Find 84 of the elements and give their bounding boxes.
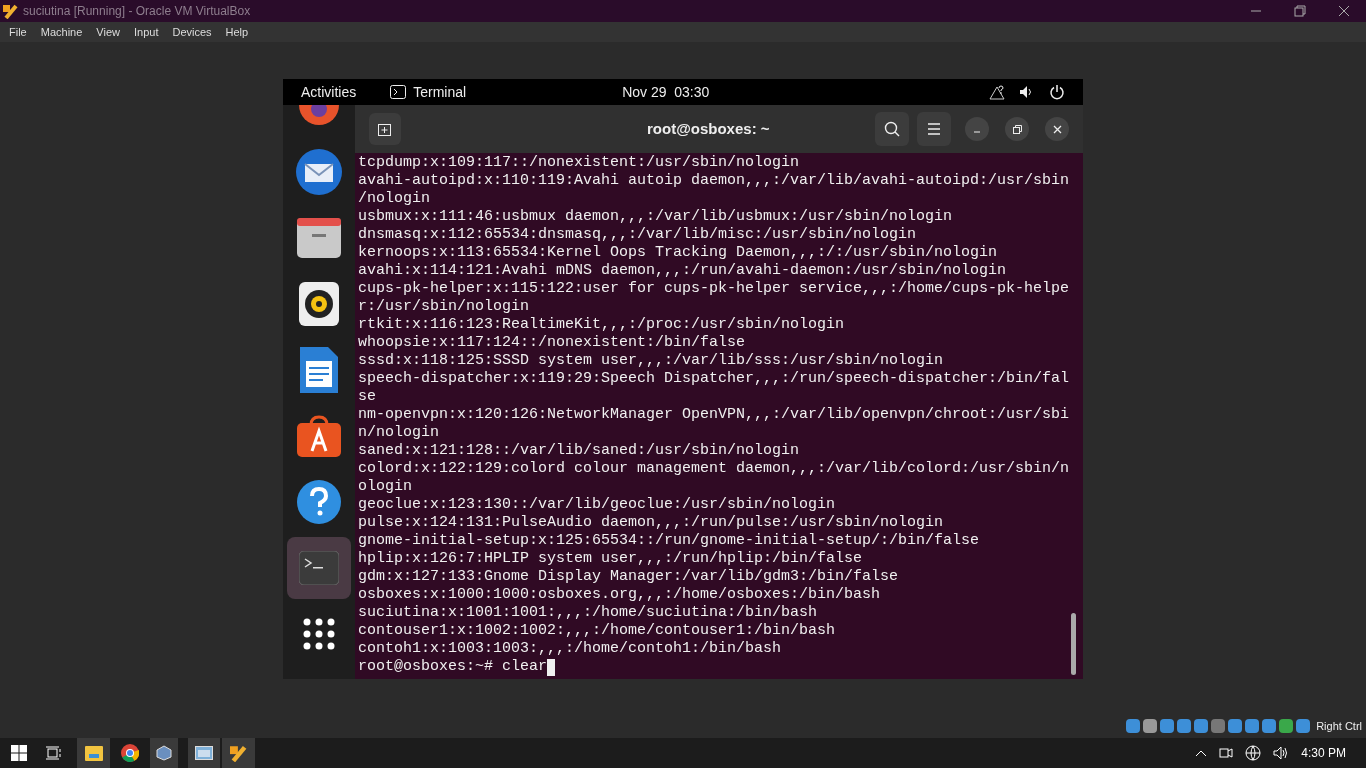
power-icon[interactable] <box>1049 84 1065 100</box>
menu-item[interactable]: View <box>89 23 127 41</box>
terminal-line: usbmux:x:111:46:usbmux daemon,,,:/var/lib/usbmux:/usr/sbin/nologin <box>358 208 953 226</box>
menu-icon <box>927 123 941 135</box>
typed-command: clear <box>502 658 548 676</box>
search-icon <box>884 121 900 137</box>
close-icon <box>1052 124 1062 134</box>
menu-item[interactable]: Devices <box>165 23 219 41</box>
terminal-line: pulse:x:124:131:PulseAudio daemon,,,:/run/pulse:/usr/sbin/nologin <box>358 514 944 532</box>
restore-icon[interactable] <box>1294 5 1306 17</box>
terminal-line: n/nologin <box>358 424 439 442</box>
activities-button[interactable]: Activities <box>301 81 357 103</box>
minimize-button[interactable] <box>965 117 989 141</box>
taskbar-clock[interactable]: 4:30 PM <box>1301 744 1346 762</box>
menu-item[interactable]: Input <box>126 23 166 41</box>
new-tab-icon <box>378 122 392 136</box>
terminal-line: contouser1:x:1002:1002:,,,:/home/contouser1:/bin/bash <box>358 622 836 640</box>
terminal-line: dnsmasq:x:112:65534:dnsmasq,,,:/var/lib/misc:/usr/sbin/nologin <box>358 226 917 244</box>
terminal-line: ologin <box>358 478 412 496</box>
maximize-button[interactable] <box>1005 117 1029 141</box>
terminal-line: tcpdump:x:109:117::/nonexistent:/usr/sbin/nologin <box>358 154 800 172</box>
terminal-line: colord:x:122:129:colord colour management daemon,,,:/var/lib/colord:/usr/sbin/n <box>358 460 1070 478</box>
terminal-line: nm-openvpn:x:120:126:NetworkManager OpenVPN,,,:/var/lib/openvpn/chroot:/usr/sbi <box>358 406 1070 424</box>
folder-icon <box>84 745 103 761</box>
close-icon[interactable] <box>1338 5 1350 17</box>
app-grid-icon <box>303 618 335 650</box>
start-icon[interactable] <box>11 745 27 761</box>
terminal-line: se <box>358 388 376 406</box>
app-icon <box>3 3 19 19</box>
speaker-icon <box>299 282 339 326</box>
shopping-bag-icon <box>297 415 341 457</box>
terminal-line: cups-pk-helper:x:115:122:user for cups-pk-helper service,,,:/home/cups-pk-helpe <box>358 280 1070 298</box>
terminal-line: saned:x:121:128::/var/lib/saned:/usr/sbin/nologin <box>358 442 800 460</box>
cube-icon <box>156 745 172 761</box>
terminal-line: whoopsie:x:117:124::/nonexistent:/bin/false <box>358 334 746 352</box>
terminal-title: root@osboxes: ~ <box>647 118 770 139</box>
taskbar-item[interactable] <box>188 738 220 768</box>
document-icon <box>300 347 338 393</box>
window-icon <box>195 746 213 760</box>
terminal-line: kernoops:x:113:65534:Kernel Oops Tracking Daemon,,,:/:/usr/sbin/nologin <box>358 244 998 262</box>
terminal-line: speech-dispatcher:x:119:29:Speech Dispatcher,,,:/run/speech-dispatcher:/bin/fal <box>358 370 1070 388</box>
taskbar-item[interactable] <box>222 738 255 768</box>
terminal-line: rtkit:x:116:123:RealtimeKit,,,:/proc:/usr/sbin/nologin <box>358 316 845 334</box>
search-button[interactable] <box>875 112 909 146</box>
app-menu[interactable]: Terminal <box>413 81 467 103</box>
chevron-up-icon[interactable] <box>1195 749 1208 757</box>
terminal-line: /nologin <box>358 190 430 208</box>
host-key-label: Right Ctrl <box>1316 718 1362 734</box>
clock[interactable]: Nov 29 03:30 <box>622 81 710 103</box>
app-icon <box>229 744 248 762</box>
terminal-line: suciutina:x:1001:1001:,,,:/home/suciutina:/bin/bash <box>358 604 818 622</box>
terminal-line: contoh1:x:1003:1003:,,,:/home/contoh1:/bin/bash <box>358 640 782 658</box>
scrollbar-thumb[interactable] <box>1071 613 1076 675</box>
terminal-line: geoclue:x:123:130::/var/lib/geoclue:/usr/sbin/nologin <box>358 496 836 514</box>
taskbar-item[interactable] <box>77 738 110 768</box>
terminal-line: r:/usr/sbin/nologin <box>358 298 530 316</box>
menu-item[interactable]: Machine <box>33 23 90 41</box>
volume-icon[interactable] <box>1273 746 1290 760</box>
restore-icon <box>1012 124 1022 134</box>
terminal-line: gdm:x:127:133:Gnome Display Manager:/var/lib/gdm3:/bin/false <box>358 568 899 586</box>
terminal-line: osboxes:x:1000:1000:osboxes.org,,,:/home/osboxes:/bin/bash <box>358 586 881 604</box>
taskbar-item[interactable] <box>150 738 178 768</box>
new-tab-button[interactable] <box>369 113 401 145</box>
terminal-icon <box>299 551 339 585</box>
terminal-icon <box>390 85 407 99</box>
terminal-line: avahi:x:114:121:Avahi mDNS daemon,,,:/run/avahi-daemon:/usr/sbin/nologin <box>358 262 1007 280</box>
menu-item[interactable]: Help <box>218 23 256 41</box>
chrome-icon[interactable] <box>121 744 139 762</box>
folder-icon <box>296 218 342 258</box>
text-cursor <box>547 658 556 676</box>
terminal-line: sssd:x:118:125:SSSD system user,,,:/var/lib/sss:/usr/sbin/nologin <box>358 352 944 370</box>
help-icon <box>296 479 342 525</box>
terminal-line: gnome-initial-setup:x:125:65534::/run/gnome-initial-setup/:/bin/false <box>358 532 980 550</box>
mail-icon <box>295 148 343 196</box>
terminal-line: hplip:x:126:7:HPLIP system user,,,:/run/hplip:/bin/false <box>358 550 863 568</box>
globe-icon[interactable] <box>1245 745 1262 761</box>
camera-icon[interactable] <box>1219 745 1234 761</box>
menu-item[interactable]: File <box>2 23 34 41</box>
menu-button[interactable] <box>917 112 951 146</box>
task-view-icon[interactable] <box>46 746 62 760</box>
terminal-line: avahi-autoipd:x:110:119:Avahi autoip daemon,,,:/var/lib/avahi-autoipd:/usr/sbin <box>358 172 1070 190</box>
shell-prompt: root@osboxes:~# <box>358 658 495 676</box>
window-title: suciutina [Running] - Oracle VM VirtualBox <box>23 3 251 20</box>
close-button[interactable] <box>1045 117 1069 141</box>
